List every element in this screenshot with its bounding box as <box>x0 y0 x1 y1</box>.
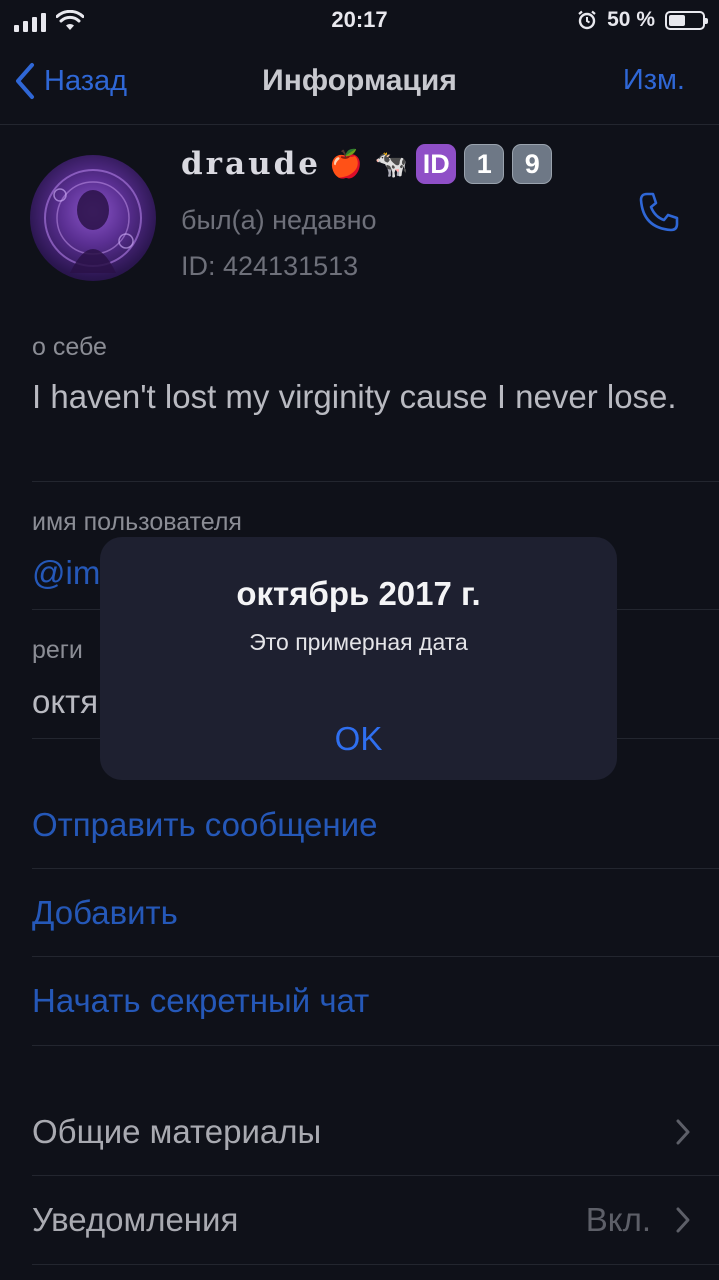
cow-icon: 🐄 <box>374 149 409 179</box>
avatar[interactable] <box>30 155 156 281</box>
battery-icon <box>665 10 708 30</box>
divider <box>32 1175 719 1176</box>
last-seen-status: был(а) недавно <box>181 205 377 235</box>
keycap-nine-badge: 9 <box>512 144 553 184</box>
add-contact-button[interactable]: Добавить <box>32 894 178 932</box>
call-button[interactable] <box>637 190 681 239</box>
divider <box>32 868 719 869</box>
divider <box>32 1045 719 1046</box>
alert-title: октябрь 2017 г. <box>236 575 481 612</box>
date-alert-dialog: октябрь 2017 г. Это примерная дата OK <box>100 537 617 780</box>
profile-name-row: draude 🍎 🐄 ID 1 9 <box>181 144 553 184</box>
shared-media-item[interactable]: Общие материалы <box>32 1113 321 1151</box>
chevron-right-icon <box>675 1206 691 1239</box>
username-label: имя пользователя <box>32 508 242 536</box>
apple-icon: 🍎 <box>329 149 363 179</box>
divider <box>32 956 719 957</box>
profile-name: draude <box>181 146 322 182</box>
username-value[interactable]: @im <box>32 554 100 592</box>
navigation-bar: Назад Информация Изм. <box>0 52 719 125</box>
about-label: о себе <box>32 333 107 361</box>
battery-percent: 50 % <box>607 8 655 31</box>
edit-button[interactable]: Изм. <box>623 64 685 97</box>
about-text: I haven't lost my virginity cause I neve… <box>32 378 677 415</box>
divider <box>32 481 719 482</box>
divider <box>32 1264 719 1265</box>
notifications-value: Вкл. <box>585 1201 651 1238</box>
alert-ok-button[interactable]: OK <box>100 697 617 780</box>
user-id: ID: 424131513 <box>181 251 359 281</box>
alarm-icon <box>578 10 596 30</box>
chevron-right-icon <box>675 1118 691 1151</box>
page-title: Информация <box>262 64 457 97</box>
secret-chat-button[interactable]: Начать секретный чат <box>32 982 369 1020</box>
keycap-one-badge: 1 <box>464 144 505 184</box>
phone-icon <box>639 192 679 232</box>
registration-label: реги <box>32 636 83 664</box>
alert-message: Это примерная дата <box>249 629 468 655</box>
notifications-item[interactable]: Уведомления <box>32 1201 238 1239</box>
send-message-button[interactable]: Отправить сообщение <box>32 806 377 844</box>
id-badge: ID <box>416 144 457 184</box>
